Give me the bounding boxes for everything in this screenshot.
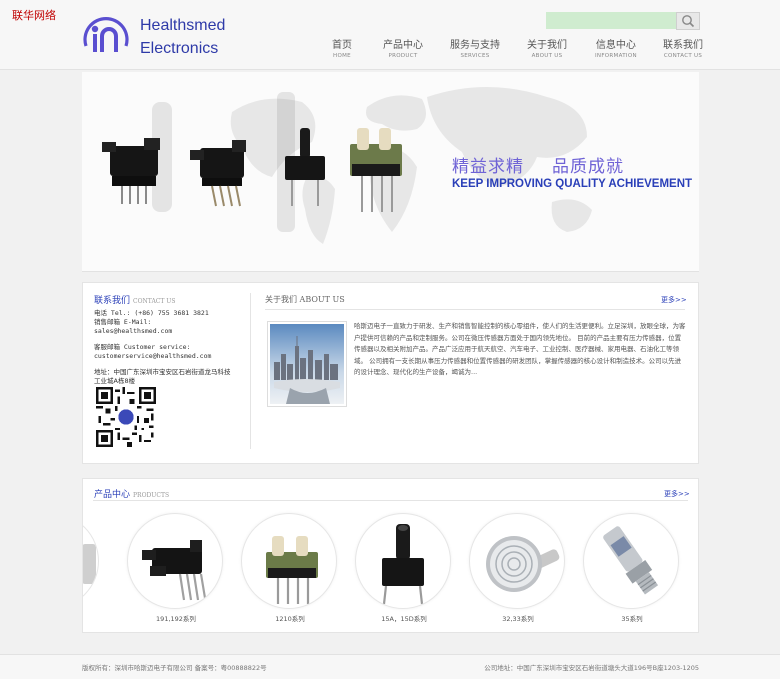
contact-title: 联系我们 CONTACT US xyxy=(94,293,175,306)
banner-slogan-cn: 精益求精 品质成就 xyxy=(452,152,624,177)
about-description: 哈斯迈电子一直致力于研发、生产和销售智能控制的核心零组件，使人们的生活更便利。立… xyxy=(354,322,686,376)
contact-sales-label: 销售邮箱 E-Mail: xyxy=(94,318,152,326)
product-card-partial[interactable] xyxy=(83,513,99,609)
about-title-en: ABOUT US xyxy=(299,295,345,304)
about-divider xyxy=(265,309,685,310)
site-header: 联华网络 Healthsmed Electronics 首页 HOME 产品中心 xyxy=(0,0,780,70)
info-panel: 联系我们 CONTACT US 电话 Tel.: (+86) 755 3681 3… xyxy=(82,282,699,464)
product-image-3[interactable] xyxy=(355,513,451,609)
nav-about[interactable]: 关于我们 ABOUT US xyxy=(527,40,567,61)
sensor-191-icon xyxy=(142,540,207,601)
nav-home-label: 首页 xyxy=(332,40,352,51)
product-caption-3[interactable]: 15A，15D系列 xyxy=(355,613,453,623)
products-divider xyxy=(93,500,688,501)
banner-slogan-cn-1: 精益求精 xyxy=(452,157,524,177)
product-image-5[interactable] xyxy=(583,513,679,609)
nav-contact[interactable]: 联系我们 CONTACT US xyxy=(663,40,703,61)
contact-title-cn: 联系我们 xyxy=(94,296,131,306)
brand-logo-mark-icon xyxy=(83,17,129,52)
nav-services[interactable]: 服务与支持 SERVICES xyxy=(450,40,500,61)
column-divider xyxy=(250,293,251,449)
qr-code-icon xyxy=(96,387,156,447)
nav-home-sublabel: HOME xyxy=(333,53,351,59)
contact-address: 地址：中国广东深圳市宝安区石岩街道龙马科技工业城A栋8楼 xyxy=(94,368,231,385)
banner-slogan-en: KEEP IMPROVING QUALITY ACHIEVEMENT xyxy=(452,178,693,190)
nav-services-label: 服务与支持 xyxy=(450,40,500,51)
banner-slogan-cn-2: 品质成就 xyxy=(552,157,624,177)
nav-home[interactable]: 首页 HOME xyxy=(332,40,352,61)
nav-contact-label: 联系我们 xyxy=(663,40,703,51)
product-caption-5[interactable]: 35系列 xyxy=(583,613,681,623)
products-more-link[interactable]: 更多>> xyxy=(664,489,690,499)
product-card-4[interactable]: 32,33系列 xyxy=(469,513,567,623)
product-caption-1[interactable]: 191,192系列 xyxy=(127,613,225,623)
nav-information-label: 信息中心 xyxy=(595,40,636,51)
product-card-5[interactable]: 35系列 xyxy=(583,513,681,623)
hero-banner: 精益求精 品质成就 KEEP IMPROVING QUALITY ACHIEVEM… xyxy=(82,72,699,272)
brand-logo[interactable]: Healthsmed Electronics xyxy=(80,12,240,60)
nav-services-sublabel: SERVICES xyxy=(460,53,490,59)
about-title: 关于我们 ABOUT US xyxy=(265,294,345,305)
search-input[interactable] xyxy=(546,12,676,29)
product-card-1[interactable]: 191,192系列 xyxy=(127,513,225,623)
about-title-cn: 关于我们 xyxy=(265,295,297,304)
about-more-link[interactable]: 更多>> xyxy=(661,295,687,305)
product-image-2[interactable] xyxy=(241,513,337,609)
sensor-35-icon xyxy=(603,526,659,595)
search-box xyxy=(546,12,700,30)
products-panel: 产品中心 PRODUCTS 更多>> 191,192系列 1210系列 15A，… xyxy=(82,478,699,633)
sensor-product-image-2 xyxy=(190,140,246,207)
footer-copyright: 版权所有：深圳市哈斯迈电子有限公司 备案号：粤00888822号 xyxy=(82,664,267,672)
brand-name-line1: Healthsmed xyxy=(140,17,226,34)
sensor-1210-icon xyxy=(266,536,318,604)
contact-title-en: CONTACT US xyxy=(133,298,176,305)
nav-contact-sublabel: CONTACT US xyxy=(663,53,703,59)
footer-address: 公司地址：中国广东深圳市宝安区石岩街道塘头大道196号B座1203-1205 xyxy=(484,664,699,672)
sensor-product-image-1 xyxy=(102,138,160,204)
contact-service-email[interactable]: customerservice@healthsmed.com xyxy=(94,352,234,361)
sensor-15a-icon xyxy=(382,524,424,605)
product-card-3[interactable]: 15A，15D系列 xyxy=(355,513,453,623)
sensor-32-icon xyxy=(486,536,560,592)
product-image-4[interactable] xyxy=(469,513,565,609)
product-image-partial xyxy=(83,544,96,584)
corner-tag: 联华网络 xyxy=(12,9,56,22)
product-caption-2[interactable]: 1210系列 xyxy=(241,613,339,623)
nav-about-sublabel: ABOUT US xyxy=(531,53,563,59)
nav-information[interactable]: 信息中心 INFORMATION xyxy=(595,40,637,61)
search-button[interactable] xyxy=(676,12,700,30)
contact-tel: 电话 Tel.: (+86) 755 3681 3821 xyxy=(94,309,209,317)
nav-product-label: 产品中心 xyxy=(383,40,423,51)
product-caption-4[interactable]: 32,33系列 xyxy=(469,613,567,623)
contact-sales-email[interactable]: sales@healthsmed.com xyxy=(94,327,234,336)
product-image-1[interactable] xyxy=(127,513,223,609)
contact-details: 电话 Tel.: (+86) 755 3681 3821 销售邮箱 E-Mail… xyxy=(94,309,234,386)
nav-product-sublabel: PRODUCT xyxy=(388,53,418,59)
products-title: 产品中心 PRODUCTS xyxy=(94,487,169,500)
contact-service-label: 客服邮箱 Customer service: xyxy=(94,343,191,351)
nav-about-label: 关于我们 xyxy=(527,40,567,51)
nav-product[interactable]: 产品中心 PRODUCT xyxy=(383,40,423,61)
brand-name-line2: Electronics xyxy=(140,40,219,57)
site-footer: 版权所有：深圳市哈斯迈电子有限公司 备案号：粤00888822号 公司地址：中国… xyxy=(0,654,780,679)
products-title-cn: 产品中心 xyxy=(94,490,131,500)
product-card-2[interactable]: 1210系列 xyxy=(241,513,339,623)
about-image xyxy=(267,321,347,407)
products-title-en: PRODUCTS xyxy=(133,492,170,499)
magnifier-icon xyxy=(682,15,695,28)
city-skyline-image xyxy=(270,324,344,404)
main-nav: 首页 HOME 产品中心 PRODUCT 服务与支持 SERVICES 关于我们… xyxy=(300,40,720,62)
nav-information-sublabel: INFORMATION xyxy=(595,53,637,59)
